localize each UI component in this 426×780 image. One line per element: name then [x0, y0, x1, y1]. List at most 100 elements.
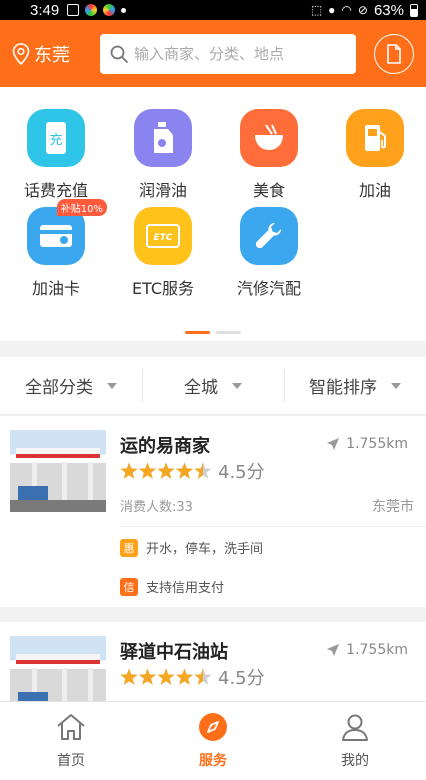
station-card[interactable]: 运的易商家 1.755km 4.5分 消费人数:33 东莞市 惠 开水，停车，洗…: [0, 416, 426, 607]
fuel-pump-icon: [346, 109, 404, 167]
perk-text: 开水，停车，洗手间: [146, 542, 264, 557]
orders-button[interactable]: [374, 33, 414, 74]
nav-profile[interactable]: 我的: [284, 702, 426, 780]
filter-category[interactable]: 全部分类: [0, 357, 142, 414]
location-pin-icon: [12, 42, 30, 65]
oil-bottle-icon: [134, 109, 192, 167]
document-icon: [387, 43, 401, 64]
etc-card-icon: ETC: [134, 207, 192, 265]
nav-label: 我的: [341, 753, 369, 769]
app-icon: [85, 4, 98, 16]
category-grid: 充 话费充值 润滑油 美食 加油 补贴10% 加油卡 ETC ETC服务 汽修汽…: [0, 87, 426, 341]
nav-service[interactable]: 服务: [142, 702, 284, 780]
category-fuel[interactable]: 加油: [325, 109, 425, 201]
divider: [120, 526, 426, 527]
filter-bar: 全部分类 全城 智能排序: [0, 357, 426, 415]
station-distance: 1.755km: [326, 642, 408, 658]
category-fuel-card[interactable]: 补贴10% 加油卡: [6, 199, 107, 299]
category-etc[interactable]: ETC ETC服务: [113, 207, 213, 299]
perk-amenities: 惠 开水，停车，洗手间: [120, 538, 263, 557]
food-bowl-icon: [240, 109, 298, 167]
filter-label: 全部分类: [25, 378, 93, 398]
station-region: 东莞市: [372, 499, 414, 515]
filter-label: 智能排序: [309, 378, 377, 398]
station-name: 驿道中石油站: [120, 642, 228, 663]
category-food[interactable]: 美食: [219, 109, 319, 201]
rating-score: 4.5分: [218, 668, 265, 689]
wifi-icon: ◠: [341, 3, 352, 17]
category-lubricant[interactable]: 润滑油: [113, 109, 213, 201]
category-label: 汽修汽配: [236, 279, 301, 298]
bottom-nav: 首页 服务 我的: [0, 701, 426, 780]
phone-recharge-icon: 充: [27, 109, 85, 167]
svg-text:充: 充: [49, 132, 62, 148]
home-icon: [57, 714, 85, 740]
dnd-icon: ⊘: [357, 3, 368, 17]
filter-sort[interactable]: 智能排序: [284, 357, 426, 414]
caret-down-icon: [391, 382, 401, 389]
distance-value: 1.755km: [346, 436, 408, 452]
customer-count: 消费人数:33: [120, 500, 193, 515]
category-label: 美食: [252, 181, 285, 200]
star-filled: [157, 462, 175, 479]
station-photo: [10, 636, 106, 702]
rating-stars-icon: [120, 462, 212, 479]
category-repair[interactable]: 汽修汽配: [219, 207, 319, 299]
star-filled: [120, 668, 138, 685]
star-filled: [138, 462, 157, 479]
svg-text:ETC: ETC: [154, 233, 173, 243]
star-filled: [175, 668, 194, 685]
user-icon: [342, 714, 368, 741]
navigation-arrow-icon: [327, 644, 340, 656]
battery-icon: [410, 3, 418, 17]
star-filled: [175, 462, 194, 479]
star-filled: [120, 462, 138, 479]
discount-tag-icon: 惠: [120, 538, 138, 557]
page-dot-active: [185, 331, 210, 334]
category-label: ETC服务: [131, 279, 195, 298]
nav-label: 首页: [57, 753, 85, 769]
search-input[interactable]: 输入商家、分类、地点: [100, 33, 356, 74]
category-label: 润滑油: [138, 181, 187, 200]
nav-home[interactable]: 首页: [0, 702, 142, 780]
station-card[interactable]: 驿道中石油站 1.755km 4.5分: [0, 622, 426, 702]
search-placeholder: 输入商家、分类、地点: [134, 45, 285, 63]
notification-icons: [67, 4, 127, 16]
perk-credit: 信 支持信用支付: [120, 577, 224, 596]
lock-icon: ⬚: [310, 3, 323, 17]
rating: 4.5分: [120, 664, 265, 690]
category-phone-recharge[interactable]: 充 话费充值: [6, 109, 106, 201]
city-selector[interactable]: 东莞: [12, 41, 100, 67]
wrench-icon: [240, 207, 298, 265]
category-label: 加油卡: [31, 279, 80, 298]
dot-icon: [121, 7, 127, 13]
location-icon: ●: [328, 3, 336, 17]
top-header: 东莞 输入商家、分类、地点: [0, 20, 426, 87]
category-label: 加油: [358, 181, 391, 200]
nav-label: 服务: [199, 753, 227, 769]
system-icons: ⬚ ● ◠ ⊘ 63%: [311, 2, 418, 19]
caret-down-icon: [232, 382, 242, 389]
rating-score: 4.5分: [218, 462, 265, 483]
page-indicator: [185, 331, 241, 334]
caret-down-icon: [107, 382, 117, 389]
status-time: 3:49: [30, 1, 60, 19]
filter-label: 全城: [184, 378, 218, 398]
station-photo: [10, 430, 106, 512]
subsidy-badge: 补贴10%: [56, 199, 107, 216]
filter-area[interactable]: 全城: [142, 357, 284, 414]
status-bar: 3:49 ⬚ ● ◠ ⊘ 63%: [0, 0, 426, 20]
station-distance: 1.755km: [326, 436, 408, 452]
page-dot: [216, 331, 241, 334]
gallery-icon: [67, 4, 80, 16]
perk-text: 支持信用支付: [146, 581, 225, 596]
star-filled: [138, 668, 157, 685]
credit-tag-icon: 信: [120, 577, 138, 596]
battery-level: 63%: [373, 1, 404, 19]
app-icon: [103, 4, 116, 16]
distance-value: 1.755km: [346, 642, 408, 658]
search-icon: [110, 45, 128, 63]
navigation-arrow-icon: [327, 438, 340, 450]
fuel-card-icon: 补贴10%: [27, 199, 107, 265]
star-filled: [157, 668, 175, 685]
